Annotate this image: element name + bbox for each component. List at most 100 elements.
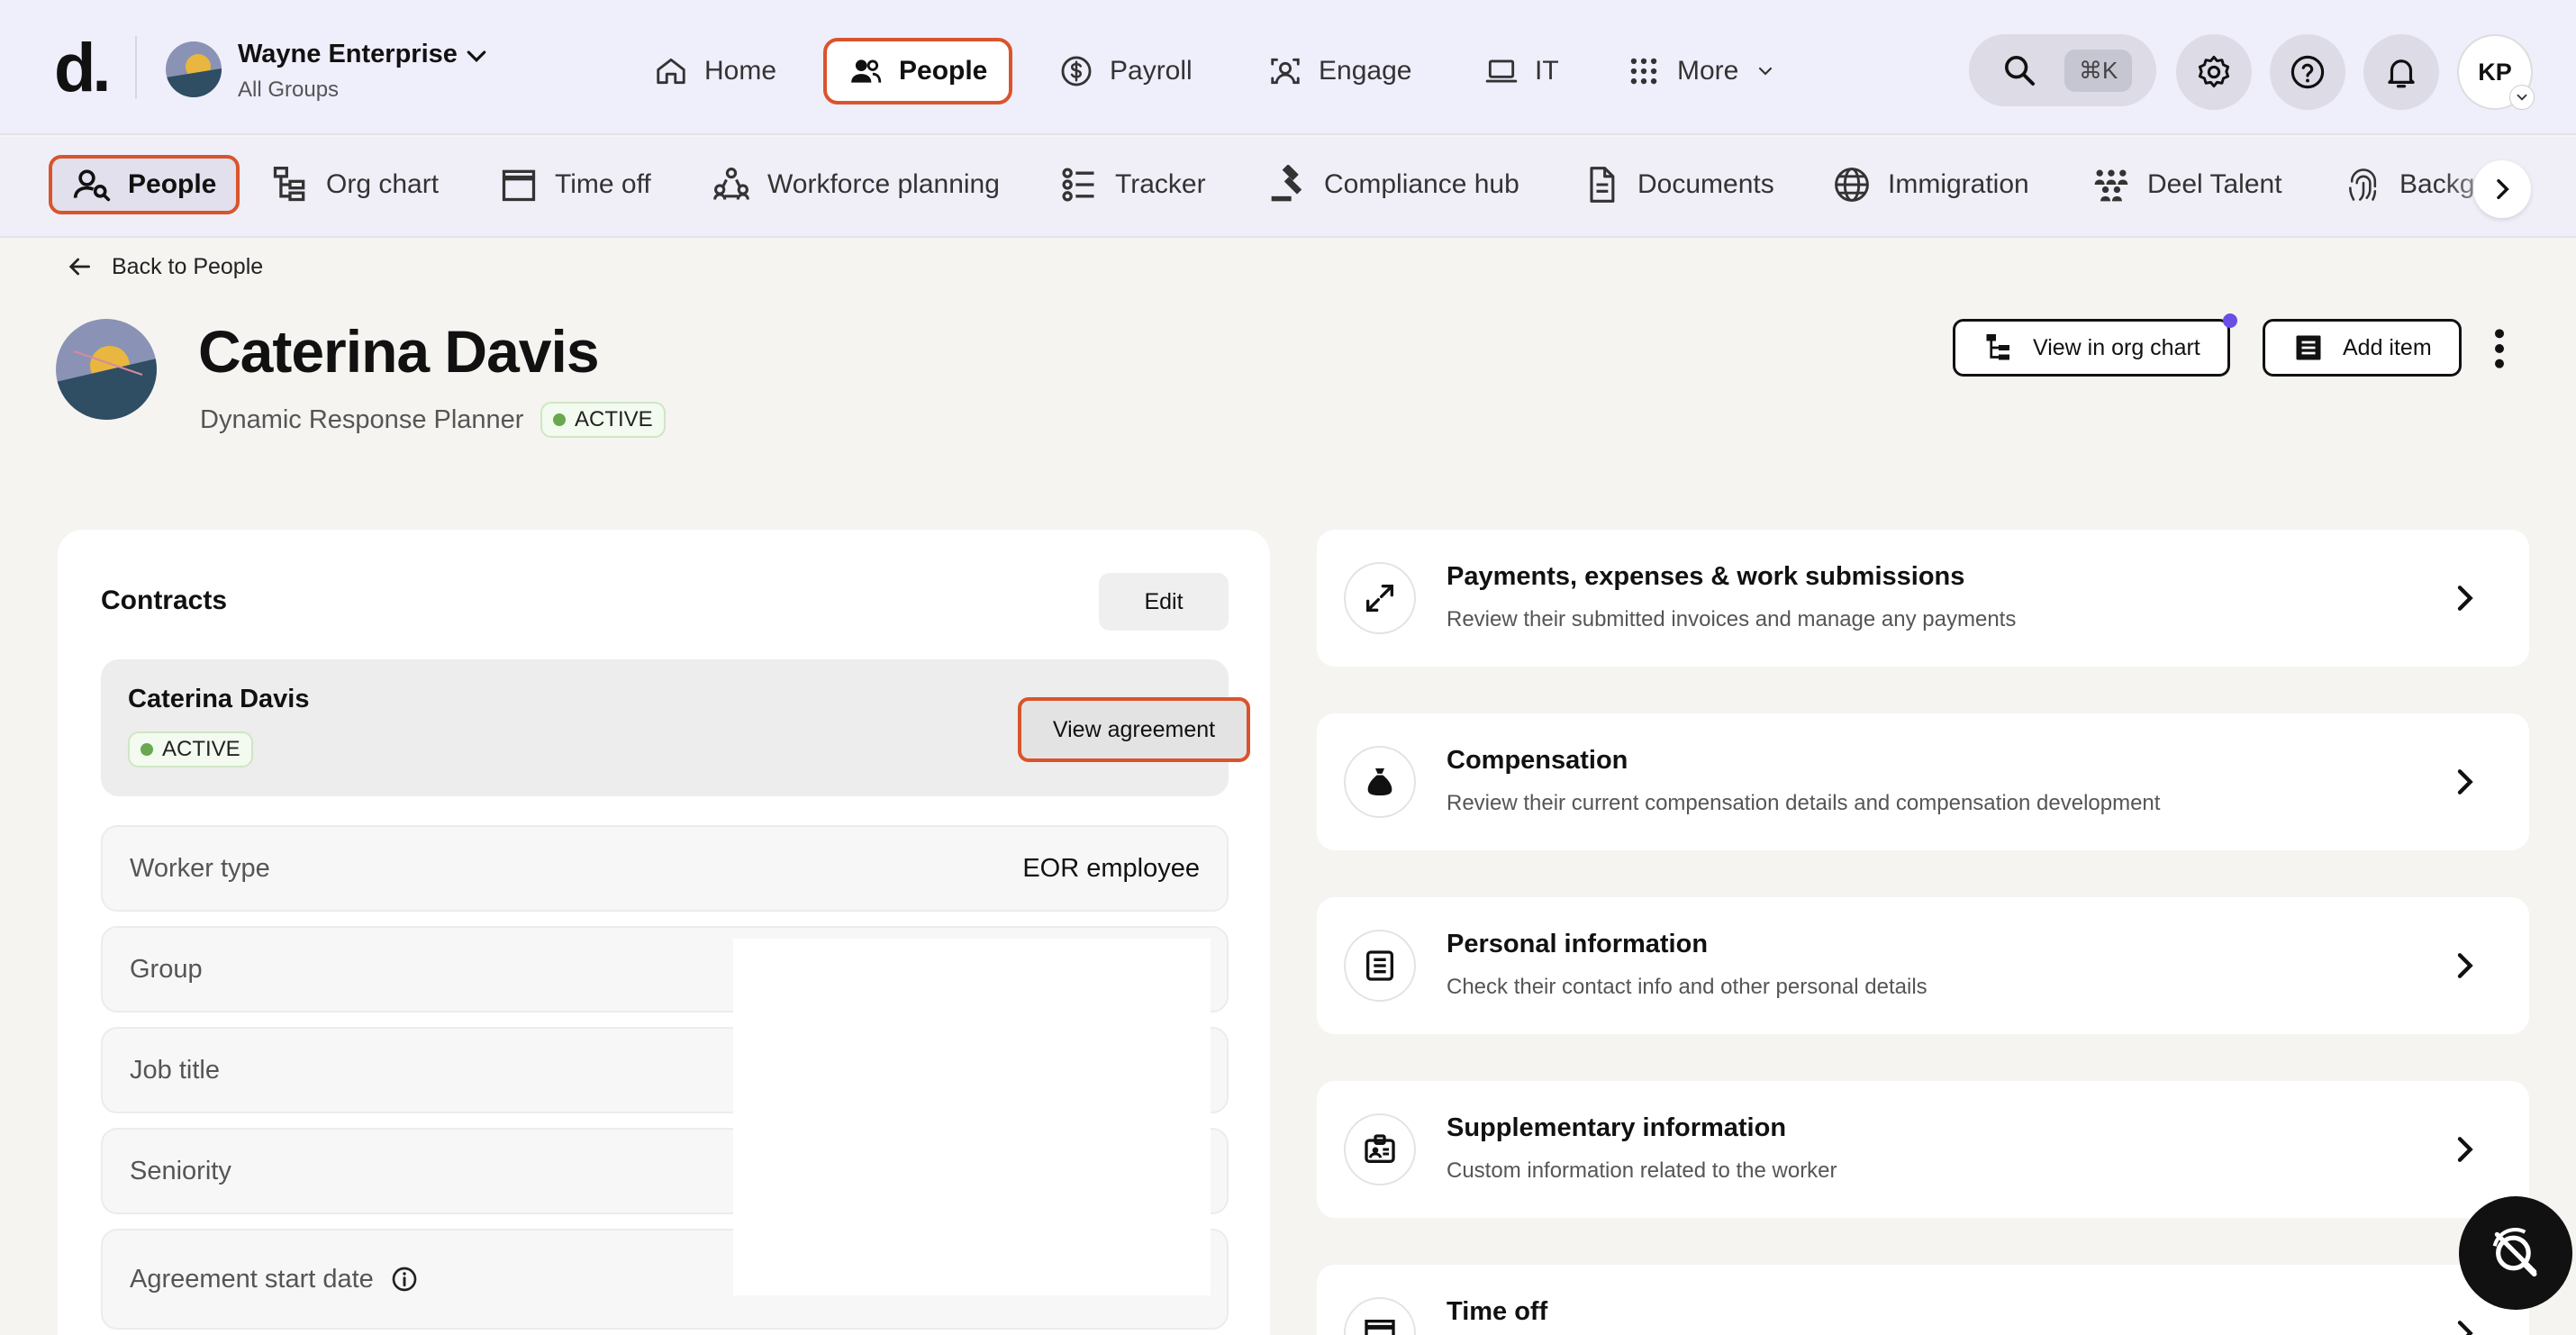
subnav-tracker-label: Tracker: [1115, 169, 1206, 199]
chevron-right-icon: [2457, 953, 2473, 978]
new-indicator-dot: [2223, 313, 2237, 328]
subnav-immigration-label: Immigration: [1888, 169, 2029, 199]
deel-logo[interactable]: d.: [54, 32, 112, 104]
subnav-people[interactable]: People: [49, 155, 240, 214]
add-item-label: Add item: [2343, 334, 2432, 360]
subnav-org-chart[interactable]: Org chart: [270, 155, 439, 214]
contracts-title: Contracts: [101, 586, 228, 615]
people-search-icon: [73, 169, 111, 202]
section-icon: [1344, 1113, 1416, 1185]
subnav-immigration[interactable]: Immigration: [1832, 155, 2029, 214]
field-label: Worker type: [130, 853, 270, 883]
more-options-icon[interactable]: [2484, 326, 2515, 371]
edit-button[interactable]: Edit: [1099, 573, 1229, 631]
section-payments[interactable]: Payments, expenses & work submissions Re…: [1317, 530, 2529, 667]
org-switcher[interactable]: Wayne Enterprise: [238, 40, 458, 69]
nav-engage-label: Engage: [1319, 56, 1412, 86]
field-label: Seniority: [130, 1156, 231, 1185]
field-label: Agreement start date: [130, 1264, 374, 1294]
subnav-compliance-hub[interactable]: Compliance hub: [1268, 155, 1519, 214]
divider: [135, 36, 137, 99]
contract-name: Caterina Davis: [128, 685, 310, 713]
section-title: Time off: [1447, 1297, 1548, 1326]
contract-status-badge: ACTIVE: [128, 731, 253, 767]
section-title: Compensation: [1447, 746, 1628, 775]
nav-people[interactable]: People: [823, 38, 1013, 104]
back-link-label: Back to People: [112, 253, 264, 279]
view-agreement-button[interactable]: View agreement: [1018, 697, 1250, 762]
chevron-down-icon: [2509, 85, 2535, 110]
search-button[interactable]: ⌘K: [1969, 34, 2156, 106]
money-bag-icon: [1367, 768, 1392, 795]
subnav-time-off[interactable]: Time off: [499, 155, 651, 214]
section-description: Check their contact info and other perso…: [1447, 975, 1927, 999]
org-chart-icon: [1986, 334, 2009, 360]
list-icon: [2296, 335, 2321, 360]
user-initials: KP: [2478, 58, 2512, 86]
id-badge-icon: [1365, 1134, 1395, 1163]
section-personal-information[interactable]: Personal information Check their contact…: [1317, 897, 2529, 1034]
profile-role: Dynamic Response Planner: [200, 405, 524, 434]
subnav-documents[interactable]: Documents: [1582, 155, 1774, 214]
search-icon: [2005, 56, 2035, 86]
view-in-org-chart-button[interactable]: View in org chart: [1953, 319, 2230, 377]
section-icon: [1344, 1297, 1416, 1335]
bell-icon: [2388, 59, 2415, 88]
back-to-people-link[interactable]: Back to People: [65, 252, 263, 281]
grid-icon: [1630, 58, 1657, 85]
section-icon: [1344, 746, 1416, 818]
home-icon: [657, 58, 685, 85]
chevron-down-icon[interactable]: [463, 43, 490, 70]
gear-icon: [2198, 55, 2230, 88]
user-avatar[interactable]: KP: [2457, 34, 2535, 110]
scroll-right-button[interactable]: [2473, 160, 2531, 218]
chevron-right-icon: [2457, 1321, 2473, 1335]
subnav-org-chart-label: Org chart: [326, 169, 440, 199]
field-worker-type: Worker type EOR employee: [101, 825, 1229, 912]
floating-assistant-button[interactable]: [2459, 1196, 2572, 1310]
section-title: Supplementary information: [1447, 1113, 1787, 1142]
nav-home-label: Home: [704, 56, 777, 86]
top-bar: d. Wayne Enterprise All Groups Home Peop…: [0, 0, 2576, 135]
people-icon: [851, 59, 882, 83]
subnav-workforce-planning-label: Workforce planning: [767, 169, 1000, 199]
subnav-deel-talent[interactable]: Deel Talent: [2091, 155, 2282, 214]
engage-icon: [1271, 58, 1300, 85]
section-title: Personal information: [1447, 930, 1709, 958]
nav-payroll[interactable]: Payroll: [1038, 38, 1214, 104]
field-label: Job title: [130, 1055, 220, 1085]
section-compensation[interactable]: Compensation Review their current compen…: [1317, 713, 2529, 850]
contract-status-label: ACTIVE: [162, 737, 240, 761]
section-description: Review their submitted invoices and mana…: [1447, 607, 2017, 631]
help-button[interactable]: [2270, 34, 2345, 110]
calendar-icon: [502, 169, 536, 202]
info-icon[interactable]: [390, 1265, 419, 1294]
add-item-button[interactable]: Add item: [2263, 319, 2462, 377]
talent-icon: [2094, 169, 2128, 202]
nav-more[interactable]: More: [1605, 38, 1798, 104]
nav-engage[interactable]: Engage: [1247, 38, 1433, 104]
settings-button[interactable]: [2176, 34, 2252, 110]
contract-summary: Caterina Davis ACTIVE View agreement: [101, 659, 1250, 796]
subnav-tracker[interactable]: Tracker: [1059, 155, 1206, 214]
notifications-button[interactable]: [2363, 34, 2439, 110]
nav-it[interactable]: IT: [1463, 38, 1581, 104]
profile-avatar: [56, 319, 157, 420]
nav-it-label: IT: [1535, 56, 1559, 86]
section-time-off[interactable]: Time off: [1317, 1265, 2529, 1335]
tracker-icon: [1062, 168, 1094, 202]
section-supplementary-information[interactable]: Supplementary information Custom informa…: [1317, 1081, 2529, 1218]
status-dot: [553, 413, 566, 426]
subnav-workforce-planning[interactable]: Workforce planning: [712, 155, 1000, 214]
globe-icon: [1835, 168, 1869, 202]
chevron-right-icon: [2457, 769, 2473, 795]
chevron-right-icon: [2457, 586, 2473, 611]
org-avatar[interactable]: [166, 41, 222, 97]
section-description: Review their current compensation detail…: [1447, 791, 2161, 815]
search-off-icon: [2492, 1227, 2537, 1277]
section-title: Payments, expenses & work submissions: [1447, 562, 1965, 591]
status-badge: ACTIVE: [540, 402, 666, 438]
nav-home[interactable]: Home: [632, 38, 798, 104]
subnav-deel-talent-label: Deel Talent: [2147, 169, 2282, 199]
fingerprint-icon: [2349, 168, 2377, 201]
